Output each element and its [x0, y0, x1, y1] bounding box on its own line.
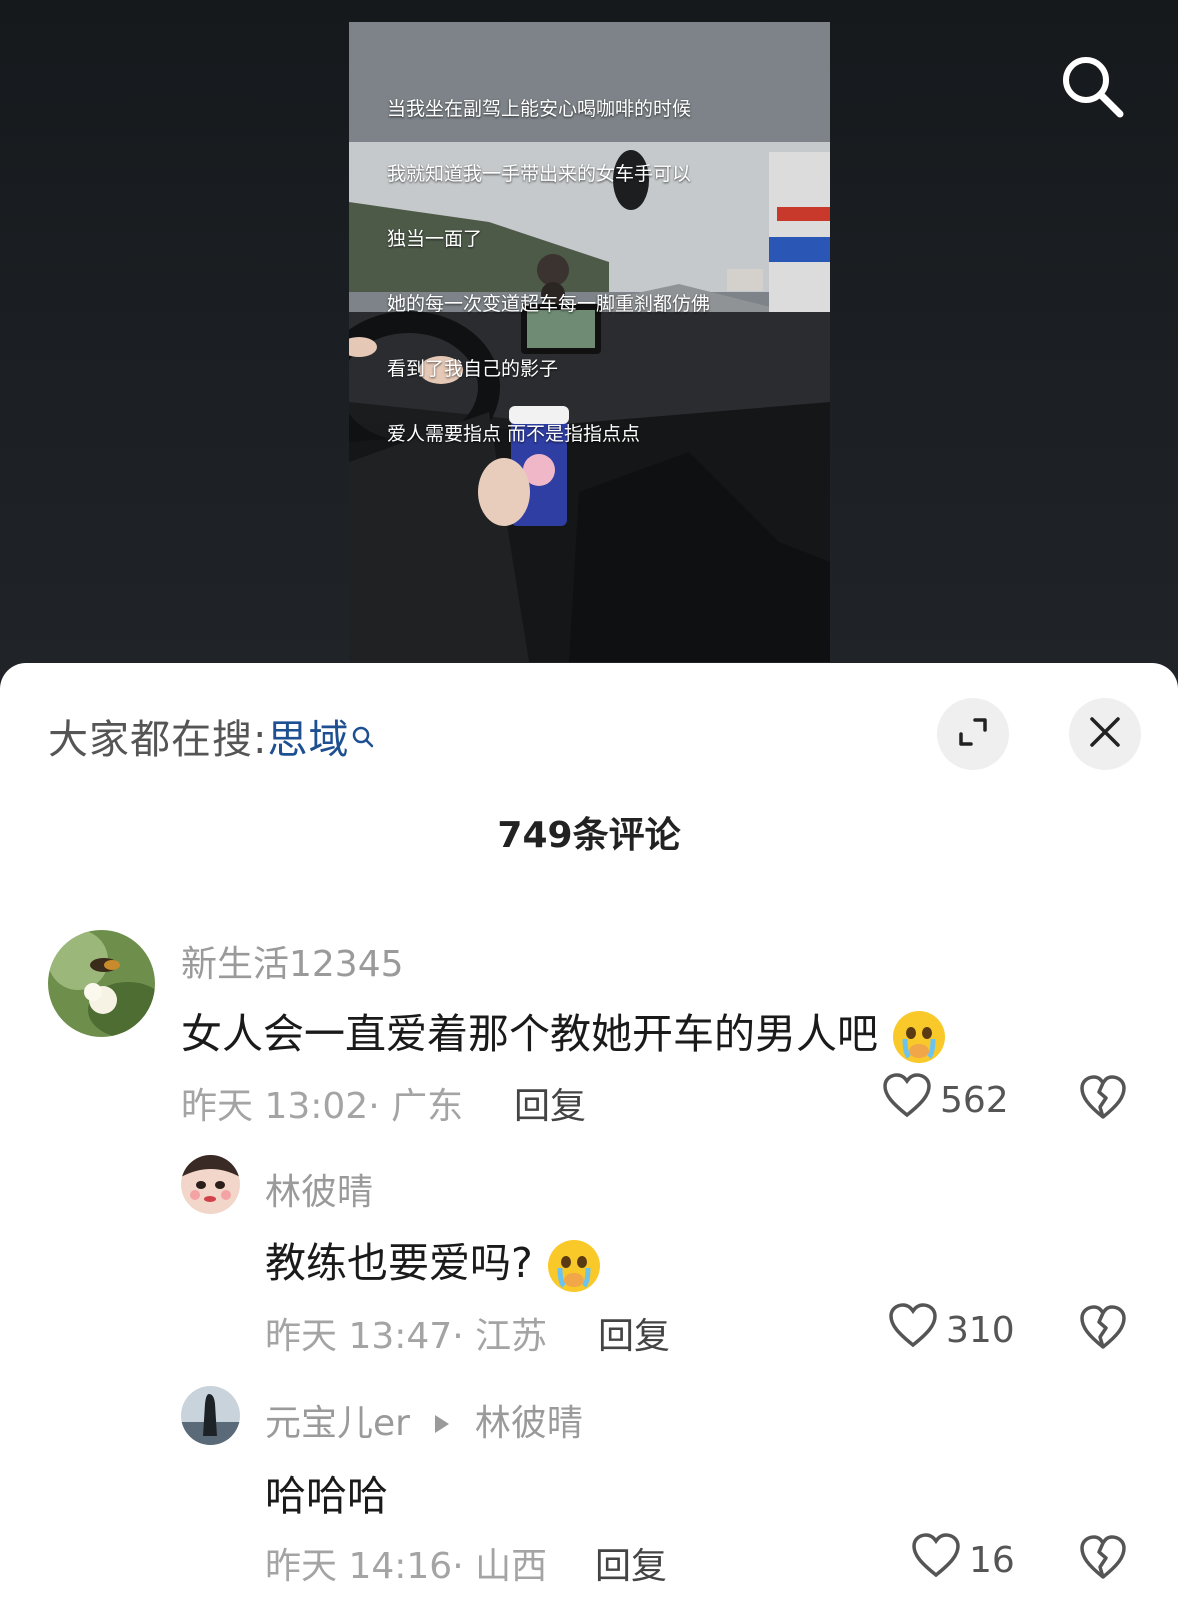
comment-text: 哈哈哈 — [265, 1472, 388, 1520]
caption-line: 爱人需要指点 而不是指指点点 — [387, 422, 641, 445]
comment-meta: 昨天 14:16· 山西 — [265, 1546, 548, 1587]
close-icon — [1087, 714, 1123, 754]
crying-face-emoji — [891, 1009, 947, 1065]
everyone-label: 大家都在搜: — [48, 717, 268, 763]
everyone-searching[interactable]: 大家都在搜:思域 — [48, 707, 375, 765]
like-button[interactable]: 562 — [882, 1073, 1009, 1128]
comment-meta: 昨天 13:02· 广东 — [181, 1086, 464, 1127]
avatar[interactable] — [181, 1386, 240, 1445]
search-keyword[interactable]: 思域 — [267, 717, 349, 763]
video-caption: 当我坐在副驾上能安心喝咖啡的时候 我就知道我一手带出来的女车手可以 独当一面了 … — [387, 60, 807, 483]
broken-heart-icon[interactable] — [1079, 1075, 1127, 1125]
video-frame[interactable]: 当我坐在副驾上能安心喝咖啡的时候 我就知道我一手带出来的女车手可以 独当一面了 … — [349, 22, 830, 662]
reply-button[interactable]: 回复 — [595, 1537, 667, 1589]
comment-count: 749条评论 — [497, 815, 681, 856]
close-button[interactable] — [1069, 698, 1141, 770]
caption-line: 她的每一次变道超车每一脚重刹都仿佛 — [387, 292, 711, 315]
comment-text-content: 教练也要爱吗? — [265, 1239, 533, 1287]
comment-username[interactable]: 林彼晴 — [265, 1163, 373, 1215]
search-small-icon — [351, 713, 375, 759]
like-button[interactable]: 16 — [911, 1533, 1015, 1588]
broken-heart-icon[interactable] — [1079, 1535, 1127, 1585]
comment-username[interactable]: 元宝儿er — [265, 1403, 410, 1444]
avatar[interactable] — [181, 1155, 240, 1214]
caption-line: 当我坐在副驾上能安心喝咖啡的时候 — [387, 97, 692, 120]
caption-line: 我就知道我一手带出来的女车手可以 — [387, 162, 692, 185]
broken-heart-icon[interactable] — [1079, 1305, 1127, 1355]
like-count: 16 — [969, 1540, 1015, 1581]
comment-username-line: 元宝儿er 林彼晴 — [265, 1394, 583, 1446]
comment-username[interactable]: 新生活12345 — [181, 935, 404, 987]
reply-button[interactable]: 回复 — [598, 1307, 670, 1359]
like-count: 310 — [946, 1310, 1015, 1351]
caption-line: 看到了我自己的影子 — [387, 357, 559, 380]
avatar[interactable] — [48, 930, 155, 1037]
heart-icon — [882, 1073, 932, 1128]
reply-button[interactable]: 回复 — [514, 1077, 586, 1129]
expand-icon — [955, 714, 991, 754]
search-icon[interactable] — [1058, 52, 1128, 122]
caption-line: 独当一面了 — [387, 227, 483, 250]
crying-face-emoji — [546, 1238, 602, 1294]
reply-to-username[interactable]: 林彼晴 — [475, 1403, 583, 1444]
like-count: 562 — [940, 1080, 1009, 1121]
expand-button[interactable] — [937, 698, 1009, 770]
reply-arrow-icon — [433, 1403, 451, 1444]
comment-text: 女人会一直爱着那个教她开车的男人吧 — [181, 1000, 947, 1065]
comment-meta: 昨天 13:47· 江苏 — [265, 1316, 548, 1357]
comment-text-content: 女人会一直爱着那个教她开车的男人吧 — [181, 1010, 878, 1058]
like-button[interactable]: 310 — [888, 1303, 1015, 1358]
comment-text: 教练也要爱吗? — [265, 1229, 602, 1294]
heart-icon — [911, 1533, 961, 1588]
heart-icon — [888, 1303, 938, 1358]
